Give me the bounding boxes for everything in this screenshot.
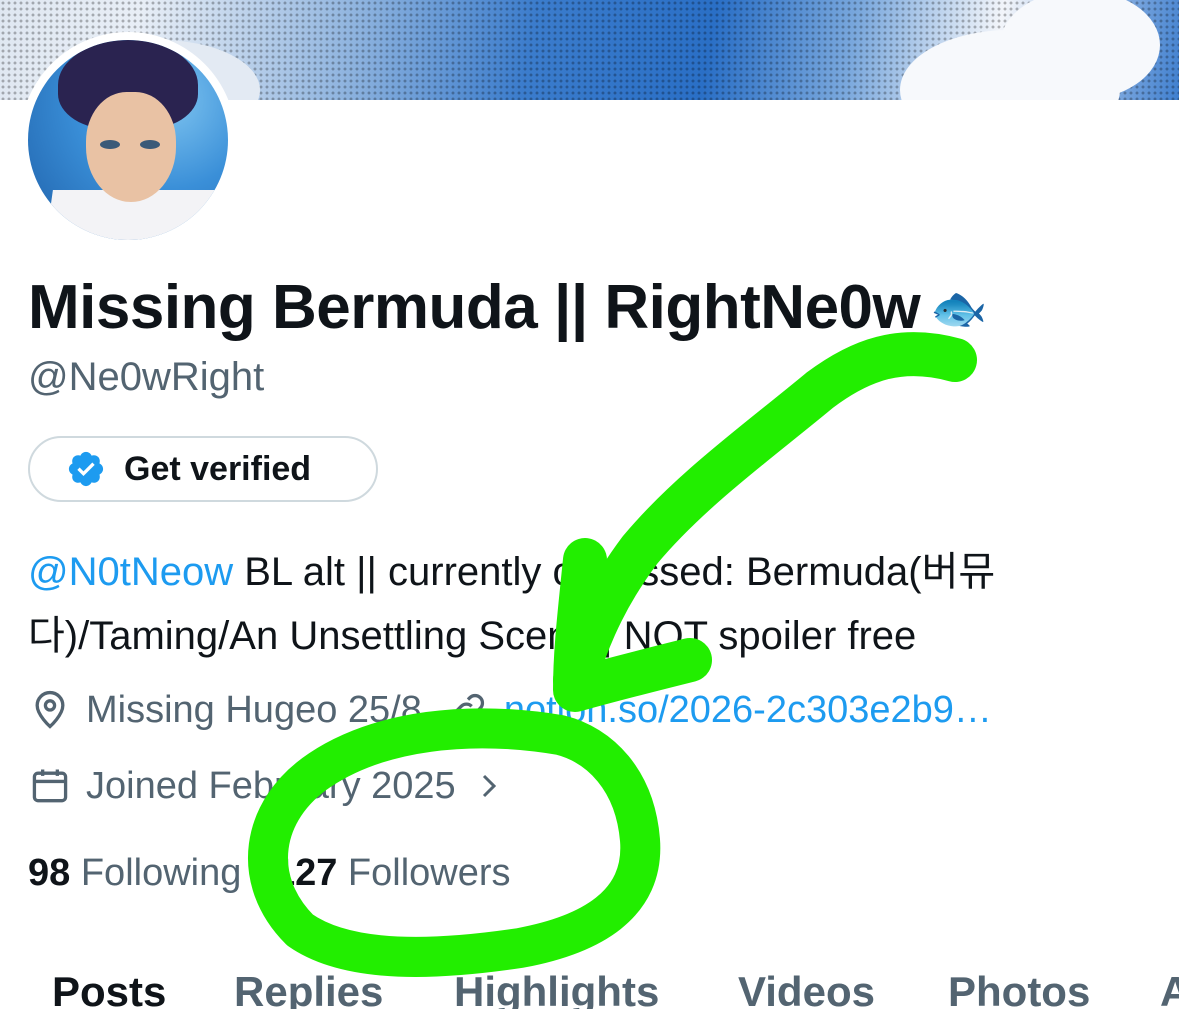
annotation-circle: [248, 708, 661, 977]
verified-badge-icon: [68, 451, 104, 487]
link-icon: [451, 693, 484, 727]
user-handle: @Ne0wRight: [28, 355, 265, 399]
followers-link[interactable]: 127 Followers: [274, 852, 511, 894]
following-label: Following: [80, 852, 242, 894]
profile-tabs: Posts Replies Highlights Videos Photos A: [0, 960, 1179, 1009]
joined-text: Joined February 2025: [86, 764, 456, 807]
location-pin-icon: [35, 690, 65, 729]
display-name: Missing Bermuda || RightNe0w 🐟: [28, 273, 988, 342]
tab-photos[interactable]: Photos: [948, 968, 1090, 1009]
following-link[interactable]: 98 Following: [28, 852, 241, 894]
get-verified-label: Get verified: [124, 449, 312, 488]
tab-articles[interactable]: A: [1160, 968, 1179, 1009]
profile-avatar[interactable]: [20, 32, 236, 248]
calendar-icon: [32, 769, 68, 803]
follow-counts: 98 Following 127 Followers: [28, 852, 511, 895]
bio-mention-link[interactable]: @N0tNeow: [28, 550, 233, 594]
tab-posts[interactable]: Posts: [52, 968, 166, 1009]
profile-meta-joined[interactable]: Joined February 2025: [28, 764, 518, 808]
tab-replies[interactable]: Replies: [234, 968, 383, 1009]
profile-meta-location: Missing Hugeo 25/8 notion.so/2026-2c303e…: [28, 688, 992, 732]
followers-label: Followers: [347, 852, 511, 894]
fish-emoji: 🐟: [930, 282, 988, 334]
website-link[interactable]: notion.so/2026-2c303e2b9…: [504, 689, 992, 732]
chevron-right-icon: [482, 774, 496, 798]
following-count: 98: [28, 852, 71, 894]
tab-videos[interactable]: Videos: [738, 968, 875, 1009]
followers-count: 127: [273, 852, 338, 894]
profile-bio: @N0tNeow BL alt || currently obsessed: B…: [28, 540, 1158, 668]
location-text: Missing Hugeo 25/8: [86, 688, 422, 731]
get-verified-button[interactable]: Get verified: [28, 436, 378, 502]
tab-highlights[interactable]: Highlights: [454, 968, 659, 1009]
